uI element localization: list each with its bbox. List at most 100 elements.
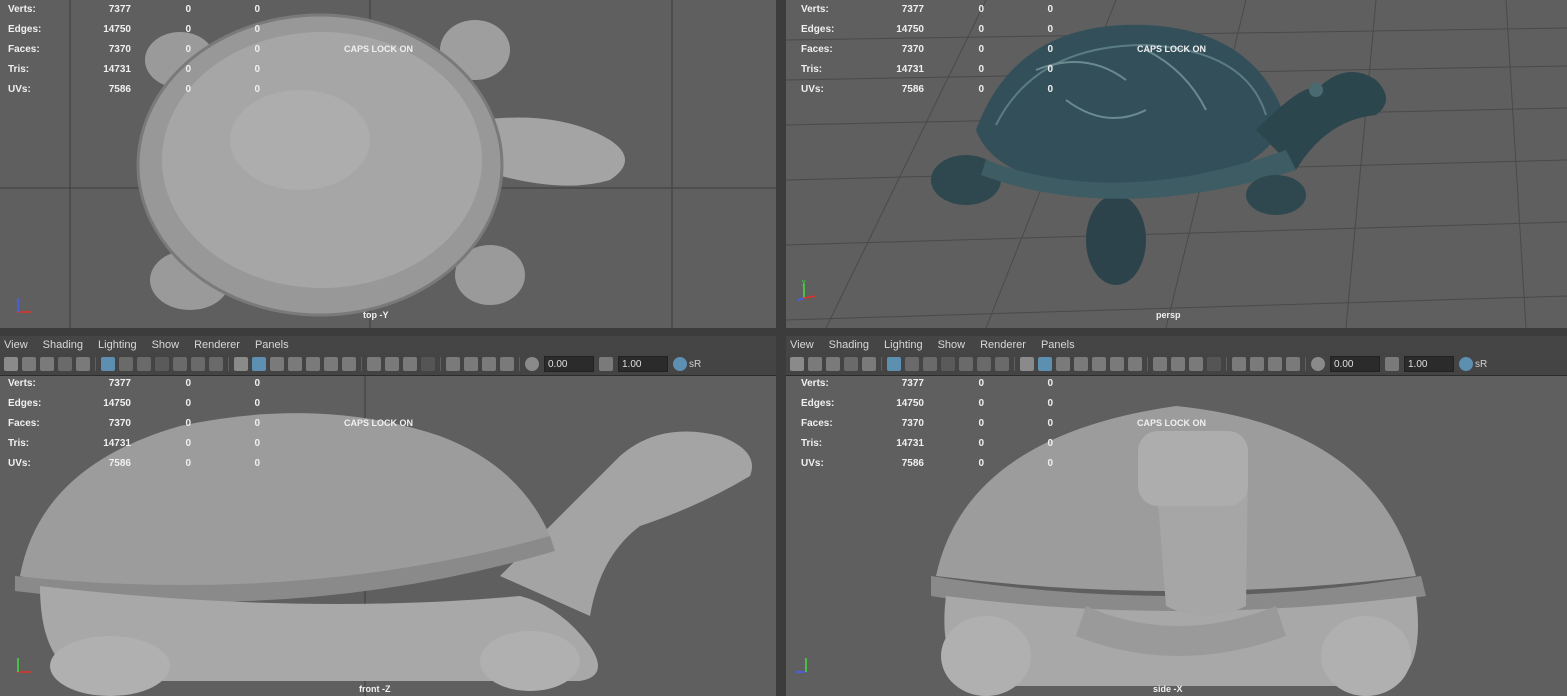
colorspace-label[interactable]: sR <box>1475 359 1487 370</box>
isolate-select-icon[interactable] <box>1232 357 1246 371</box>
textured-icon[interactable] <box>1092 357 1106 371</box>
camera-icon[interactable] <box>4 357 18 371</box>
motion-blur-icon[interactable] <box>1171 357 1185 371</box>
xray-active-icon[interactable] <box>482 357 496 371</box>
depth-of-field-icon[interactable] <box>421 357 435 371</box>
gate-mask-icon[interactable] <box>941 357 955 371</box>
exposure-icon[interactable] <box>1311 357 1325 371</box>
camera-icon[interactable] <box>790 357 804 371</box>
grease-pencil-icon[interactable] <box>862 357 876 371</box>
safe-title-icon[interactable] <box>995 357 1009 371</box>
frame-icon[interactable] <box>1286 357 1300 371</box>
field-chart-icon[interactable] <box>959 357 973 371</box>
smooth-shade-icon[interactable] <box>252 357 266 371</box>
safe-action-icon[interactable] <box>977 357 991 371</box>
bookmark-icon[interactable] <box>826 357 840 371</box>
stats-hud-persp: Verts: 7377 0 0 Edges: 14750 0 0 Faces: 7370 0 0 … <box>801 4 1053 95</box>
viewport-top[interactable]: Verts: 7377 0 0 Edges: 14750 0 0 Faces: 7370 0 0 … <box>0 0 776 328</box>
default-material-icon[interactable] <box>270 357 284 371</box>
xray-icon[interactable] <box>288 357 302 371</box>
gamma-icon[interactable] <box>1385 357 1399 371</box>
wireframe-icon[interactable] <box>1020 357 1034 371</box>
xray-joints-icon[interactable] <box>464 357 478 371</box>
image-plane-icon[interactable] <box>58 357 72 371</box>
exposure-field[interactable]: 0.00 <box>1330 356 1380 372</box>
isolate-select-icon[interactable] <box>446 357 460 371</box>
ambient-occlusion-icon[interactable] <box>1153 357 1167 371</box>
axis-gizmo-icon <box>796 658 807 673</box>
exposure-icon[interactable] <box>525 357 539 371</box>
viewport-front[interactable]: View Shading Lighting Show Renderer Pane… <box>0 336 776 696</box>
gate-mask-icon[interactable] <box>155 357 169 371</box>
film-gate-icon[interactable] <box>119 357 133 371</box>
grease-pencil-icon[interactable] <box>76 357 90 371</box>
camera-label-persp: persp <box>1156 310 1181 320</box>
textured-icon[interactable] <box>306 357 320 371</box>
menu-show[interactable]: Show <box>152 339 180 351</box>
anti-aliasing-icon[interactable] <box>403 357 417 371</box>
xray-icon[interactable] <box>1074 357 1088 371</box>
axis-label-y: y <box>802 279 806 286</box>
menu-lighting[interactable]: Lighting <box>98 339 137 351</box>
safe-action-icon[interactable] <box>191 357 205 371</box>
lights-icon[interactable] <box>324 357 338 371</box>
menu-panels[interactable]: Panels <box>255 339 289 351</box>
color-management-icon[interactable] <box>673 357 687 371</box>
menu-shading[interactable]: Shading <box>43 339 83 351</box>
motion-blur-icon[interactable] <box>385 357 399 371</box>
grid-icon[interactable] <box>101 357 115 371</box>
caps-lock-indicator: CAPS LOCK ON <box>1137 418 1207 428</box>
smooth-shade-icon[interactable] <box>1038 357 1052 371</box>
colorspace-label[interactable]: sR <box>689 359 701 370</box>
ambient-occlusion-icon[interactable] <box>367 357 381 371</box>
camera-attributes-icon[interactable] <box>808 357 822 371</box>
xray-joints-icon[interactable] <box>1250 357 1264 371</box>
grid-icon[interactable] <box>887 357 901 371</box>
resolution-gate-icon[interactable] <box>137 357 151 371</box>
gamma-field[interactable]: 1.00 <box>618 356 668 372</box>
axis-gizmo-icon: y <box>797 279 817 301</box>
image-plane-icon[interactable] <box>844 357 858 371</box>
menu-panels[interactable]: Panels <box>1041 339 1075 351</box>
gamma-field[interactable]: 1.00 <box>1404 356 1454 372</box>
menu-renderer[interactable]: Renderer <box>980 339 1026 351</box>
camera-label-front: front -Z <box>359 684 391 694</box>
resolution-gate-icon[interactable] <box>923 357 937 371</box>
caps-lock-indicator: CAPS LOCK ON <box>344 44 414 54</box>
panel-toolbar-left: 0.00 1.00 sR <box>0 353 776 376</box>
camera-label-top: top -Y <box>363 310 389 320</box>
color-management-icon[interactable] <box>1459 357 1473 371</box>
bookmark-icon[interactable] <box>40 357 54 371</box>
frame-icon[interactable] <box>500 357 514 371</box>
caps-lock-indicator: CAPS LOCK ON <box>344 418 414 428</box>
menu-shading[interactable]: Shading <box>829 339 869 351</box>
panel-toolbar-right: 0.00 1.00 sR <box>786 353 1567 376</box>
xray-active-icon[interactable] <box>1268 357 1282 371</box>
wireframe-icon[interactable] <box>234 357 248 371</box>
default-material-icon[interactable] <box>1056 357 1070 371</box>
stats-hud-top: Verts: 7377 0 0 Edges: 14750 0 0 Faces: 7370 0 0 … <box>8 4 260 95</box>
viewport-persp[interactable]: Verts: 7377 0 0 Edges: 14750 0 0 Faces: 7370 0 0 … <box>786 0 1567 328</box>
exposure-field[interactable]: 0.00 <box>544 356 594 372</box>
axis-gizmo-icon <box>17 658 32 673</box>
depth-of-field-icon[interactable] <box>1207 357 1221 371</box>
shadows-icon[interactable] <box>342 357 356 371</box>
field-chart-icon[interactable] <box>173 357 187 371</box>
menu-show[interactable]: Show <box>938 339 966 351</box>
menu-view[interactable]: View <box>4 339 28 351</box>
axis-gizmo-icon <box>17 298 32 313</box>
stats-hud-front: Verts: 7377 0 0 Edges: 14750 0 0 Faces: 7370 0 0 … <box>8 378 260 469</box>
anti-aliasing-icon[interactable] <box>1189 357 1203 371</box>
menu-renderer[interactable]: Renderer <box>194 339 240 351</box>
panel-menubar-left: View Shading Lighting Show Renderer Pane… <box>0 336 776 353</box>
film-gate-icon[interactable] <box>905 357 919 371</box>
lights-icon[interactable] <box>1110 357 1124 371</box>
menu-view[interactable]: View <box>790 339 814 351</box>
viewport-side[interactable]: View Shading Lighting Show Renderer Pane… <box>786 336 1567 696</box>
camera-attributes-icon[interactable] <box>22 357 36 371</box>
shadows-icon[interactable] <box>1128 357 1142 371</box>
menu-lighting[interactable]: Lighting <box>884 339 923 351</box>
panel-menubar-right: View Shading Lighting Show Renderer Pane… <box>786 336 1567 353</box>
safe-title-icon[interactable] <box>209 357 223 371</box>
gamma-icon[interactable] <box>599 357 613 371</box>
